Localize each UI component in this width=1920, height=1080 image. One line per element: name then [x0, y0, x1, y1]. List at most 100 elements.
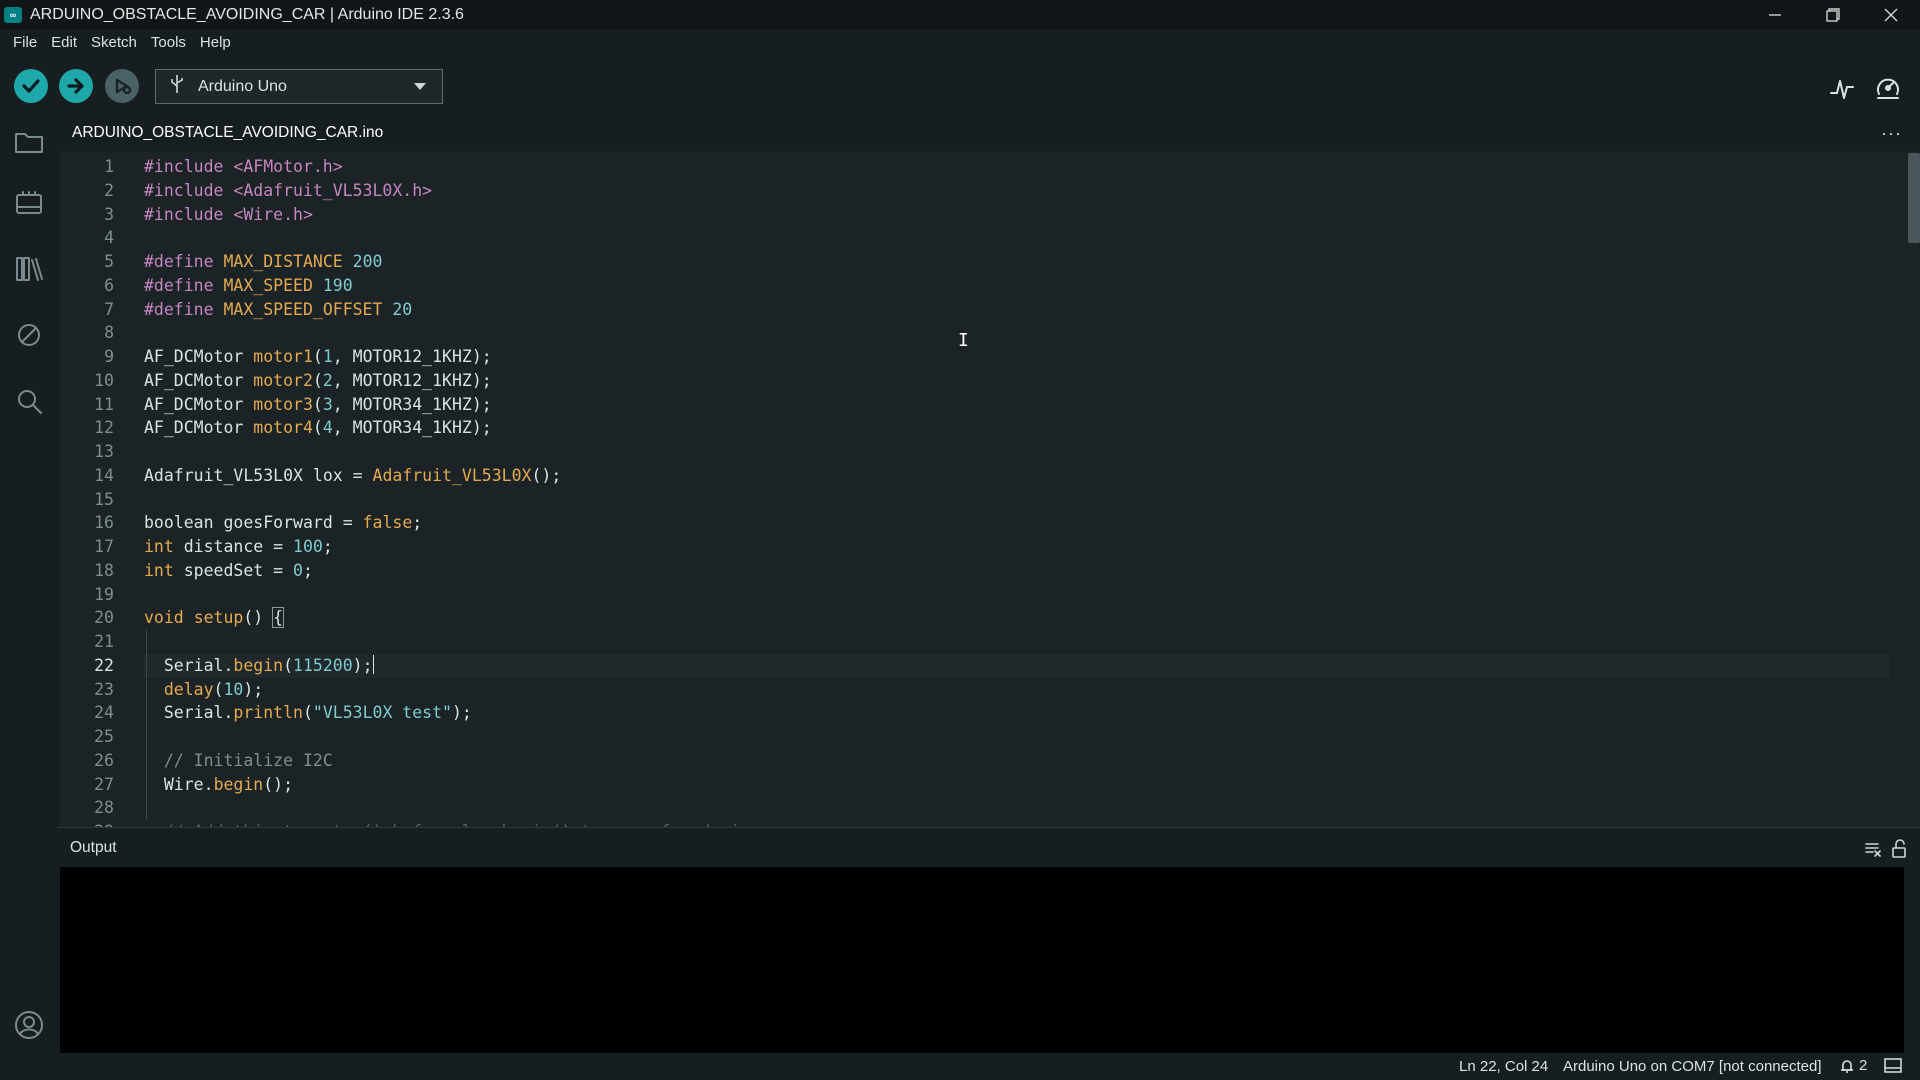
- text-caret: [372, 654, 375, 674]
- library-icon: [16, 257, 43, 281]
- line-number: 24: [94, 703, 114, 723]
- code-line[interactable]: #define MAX_SPEED_OFFSET 20: [144, 298, 412, 322]
- output-console[interactable]: [60, 867, 1904, 1053]
- bell-icon: [1841, 1059, 1853, 1073]
- line-number-gutter: 1 2 3 4 5 6 7 8 9 10 11 12 13 14 15 16 17 18 19 20 21 22 23 24 2…: [60, 151, 124, 827]
- output-scrollbar[interactable]: [1904, 867, 1920, 1053]
- code-line[interactable]: boolean goesForward = false;: [144, 511, 422, 535]
- code-line[interactable]: AF_DCMotor motor4(4, MOTOR34_1KHZ);: [144, 416, 492, 440]
- line-number: 14: [94, 465, 114, 485]
- serial-plotter-button[interactable]: [1828, 75, 1856, 103]
- line-number: 28: [94, 798, 114, 818]
- output-panel-header: Output: [58, 827, 1920, 867]
- line-number: 4: [104, 228, 114, 248]
- line-number: 15: [94, 489, 114, 509]
- code-line[interactable]: Serial.println("VL53L0X test");: [144, 701, 472, 725]
- debug-panel-button[interactable]: [12, 318, 46, 352]
- library-manager-button[interactable]: [12, 252, 46, 286]
- code-line[interactable]: #include <Adafruit_VL53L0X.h>: [144, 179, 432, 203]
- tab-label: ARDUINO_OBSTACLE_AVOIDING_CAR.ino: [72, 124, 384, 141]
- user-icon: [15, 1011, 43, 1039]
- code-line[interactable]: void setup() {: [144, 606, 285, 630]
- board-icon: [16, 191, 42, 214]
- line-number: 27: [94, 774, 114, 794]
- board-name: Arduino Uno: [198, 77, 287, 95]
- mouse-cursor-icon: I: [958, 330, 969, 351]
- menu-file[interactable]: File: [6, 29, 44, 57]
- restore-icon: [1826, 7, 1840, 22]
- line-number: 9: [104, 347, 114, 366]
- code-line[interactable]: #define MAX_DISTANCE 200: [144, 250, 382, 274]
- search-icon: [18, 390, 42, 414]
- code-line[interactable]: Adafruit_VL53L0X lox = Adafruit_VL53L0X(…: [144, 464, 561, 488]
- code-line[interactable]: int distance = 100;: [144, 535, 333, 559]
- debug-icon: [115, 78, 132, 95]
- close-icon: [1884, 8, 1898, 21]
- editor-scrollbar[interactable]: [1906, 151, 1920, 827]
- debug-disabled-icon: [18, 324, 40, 346]
- search-button[interactable]: [12, 384, 46, 418]
- code-line[interactable]: #include <AFMotor.h>: [144, 155, 343, 179]
- minimize-button[interactable]: [1746, 0, 1804, 29]
- debug-button[interactable]: [105, 69, 139, 103]
- line-number: 19: [94, 584, 114, 604]
- line-number: 8: [104, 323, 114, 343]
- clear-output-button[interactable]: [1862, 838, 1884, 860]
- line-number: 21: [94, 632, 114, 651]
- line-number: 6: [104, 275, 114, 295]
- line-number: 29: [60, 820, 114, 827]
- tab-more-options-icon[interactable]: ···: [1881, 123, 1902, 144]
- code-line[interactable]: Serial.begin(115200);: [144, 654, 375, 678]
- close-button[interactable]: [1862, 0, 1920, 29]
- code-line[interactable]: AF_DCMotor motor1(1, MOTOR12_1KHZ);: [144, 345, 492, 369]
- tab-sketch-file[interactable]: ARDUINO_OBSTACLE_AVOIDING_CAR.ino: [58, 117, 398, 151]
- menu-sketch[interactable]: Sketch: [84, 29, 144, 57]
- menu-edit[interactable]: Edit: [44, 29, 84, 57]
- line-number: 5: [104, 252, 114, 271]
- scroll-lock-button[interactable]: [1888, 838, 1910, 860]
- upload-button[interactable]: [59, 69, 93, 103]
- code-line[interactable]: #define MAX_SPEED 190: [144, 274, 353, 298]
- serial-monitor-button[interactable]: [1874, 75, 1902, 103]
- board-port-status[interactable]: Arduino Uno on COM7 [not connected]: [1563, 1058, 1822, 1075]
- toggle-panel-button[interactable]: [1884, 1058, 1902, 1078]
- folder-icon: [15, 133, 43, 153]
- boards-manager-button[interactable]: [12, 187, 46, 221]
- menu-help[interactable]: Help: [193, 29, 238, 57]
- usb-icon: [170, 74, 184, 99]
- code-area[interactable]: #include <AFMotor.h> #include <Adafruit_V…: [144, 151, 1890, 827]
- code-line[interactable]: AF_DCMotor motor3(3, MOTOR34_1KHZ);: [144, 393, 492, 417]
- code-line[interactable]: #include <Wire.h>: [144, 203, 313, 227]
- verify-button[interactable]: [14, 69, 48, 103]
- editor-tab-bar: ARDUINO_OBSTACLE_AVOIDING_CAR.ino ···: [58, 117, 1920, 151]
- notification-count: 2: [1859, 1057, 1868, 1074]
- sketchbook-button[interactable]: [12, 125, 46, 159]
- editor-scroll-thumb[interactable]: [1908, 153, 1920, 243]
- menu-bar: File Edit Sketch Tools Help: [0, 29, 1920, 57]
- notifications-button[interactable]: 2: [1839, 1057, 1867, 1074]
- line-number: 1: [104, 157, 114, 176]
- code-line[interactable]: Wire.begin();: [144, 773, 293, 797]
- code-line[interactable]: int speedSet = 0;: [144, 559, 313, 583]
- line-number: 17: [94, 537, 114, 556]
- account-button[interactable]: [12, 1008, 46, 1042]
- board-selector[interactable]: Arduino Uno: [155, 69, 443, 104]
- window-title: ARDUINO_OBSTACLE_AVOIDING_CAR | Arduino …: [30, 5, 464, 23]
- line-number: 13: [94, 442, 114, 461]
- code-editor[interactable]: 1 2 3 4 5 6 7 8 9 10 11 12 13 14 15 16 17 18 19 20 21 22 23 24 2…: [60, 151, 1920, 827]
- output-title: Output: [70, 839, 117, 856]
- unlock-icon: [1892, 839, 1906, 858]
- menu-tools[interactable]: Tools: [144, 29, 193, 57]
- code-line[interactable]: AF_DCMotor motor2(2, MOTOR12_1KHZ);: [144, 369, 492, 393]
- code-line[interactable]: delay(10);: [144, 678, 263, 702]
- code-line[interactable]: // Add this to setup() before lox.begin(…: [144, 820, 770, 827]
- minimize-icon: [1769, 13, 1781, 16]
- panel-layout-icon: [1884, 1058, 1902, 1073]
- code-line[interactable]: // Initialize I2C: [144, 749, 333, 773]
- line-number: 20: [94, 608, 114, 628]
- maximize-button[interactable]: [1804, 0, 1862, 29]
- title-bar: ∞ ARDUINO_OBSTACLE_AVOIDING_CAR | Arduin…: [0, 0, 1920, 29]
- line-number: 16: [94, 513, 114, 533]
- toolbar: Arduino Uno: [0, 57, 1920, 117]
- line-number: 22: [94, 655, 114, 675]
